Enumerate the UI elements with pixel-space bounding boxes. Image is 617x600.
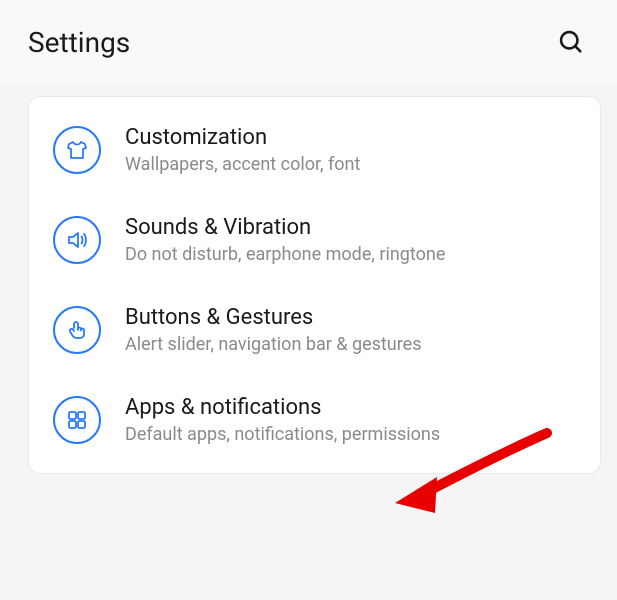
search-icon (557, 28, 585, 56)
setting-title: Buttons & Gestures (125, 305, 576, 330)
setting-text-group: Customization Wallpapers, accent color, … (125, 125, 576, 175)
touch-icon (53, 306, 101, 354)
apps-grid-icon (53, 396, 101, 444)
settings-item-customization[interactable]: Customization Wallpapers, accent color, … (29, 105, 600, 195)
speaker-icon (53, 216, 101, 264)
search-button[interactable] (553, 24, 589, 60)
settings-item-sounds[interactable]: Sounds & Vibration Do not disturb, earph… (29, 195, 600, 285)
page-title: Settings (28, 26, 130, 59)
header-bar: Settings (0, 0, 617, 84)
settings-card: Customization Wallpapers, accent color, … (28, 96, 601, 474)
setting-title: Sounds & Vibration (125, 215, 576, 240)
shirt-icon (53, 126, 101, 174)
settings-item-buttons[interactable]: Buttons & Gestures Alert slider, navigat… (29, 285, 600, 375)
setting-subtitle: Default apps, notifications, permissions (125, 424, 576, 445)
setting-text-group: Sounds & Vibration Do not disturb, earph… (125, 215, 576, 265)
settings-item-apps[interactable]: Apps & notifications Default apps, notif… (29, 375, 600, 465)
setting-subtitle: Alert slider, navigation bar & gestures (125, 334, 576, 355)
setting-title: Customization (125, 125, 576, 150)
setting-subtitle: Do not disturb, earphone mode, ringtone (125, 244, 576, 265)
setting-text-group: Apps & notifications Default apps, notif… (125, 395, 576, 445)
setting-text-group: Buttons & Gestures Alert slider, navigat… (125, 305, 576, 355)
setting-subtitle: Wallpapers, accent color, font (125, 154, 576, 175)
setting-title: Apps & notifications (125, 395, 576, 420)
